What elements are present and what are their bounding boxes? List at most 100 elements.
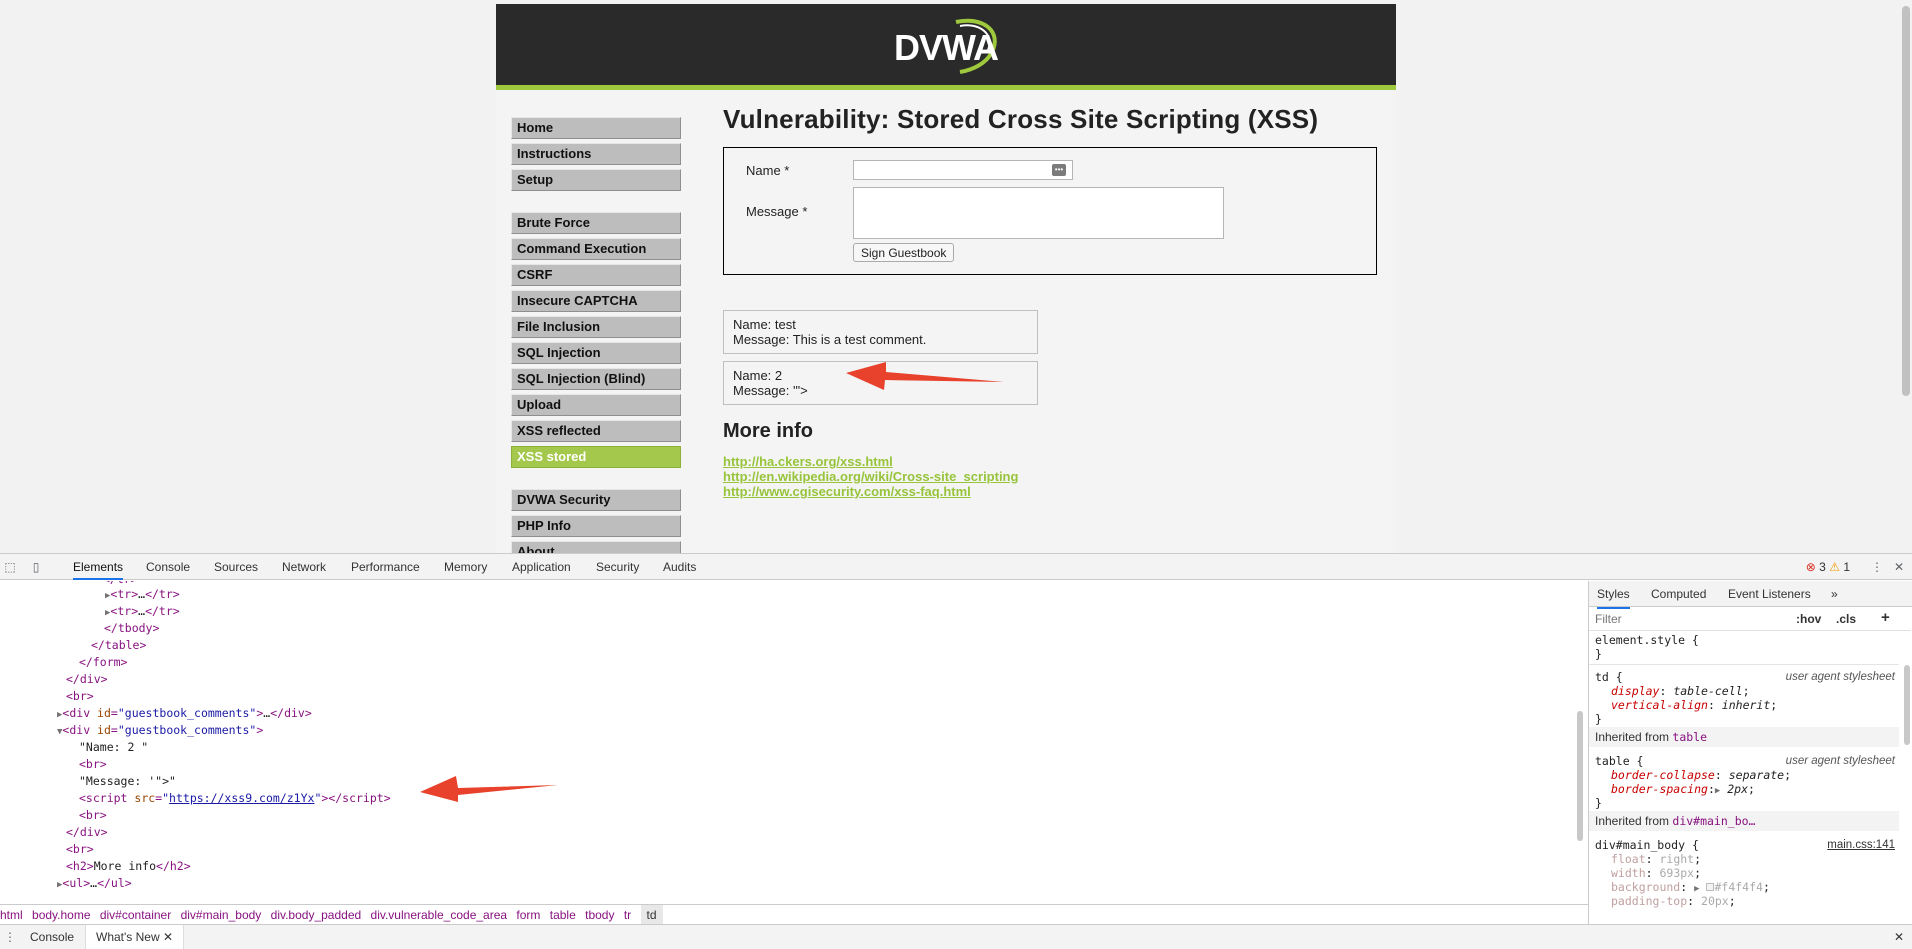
- dom-node[interactable]: </form>: [79, 654, 127, 671]
- menu-item-setup[interactable]: Setup: [511, 169, 681, 191]
- menu-item-dvwa-security[interactable]: DVWA Security: [511, 489, 681, 511]
- more-tabs-icon[interactable]: »: [1831, 581, 1838, 607]
- dom-node[interactable]: </div>: [66, 824, 108, 841]
- breadcrumb-item[interactable]: tr: [624, 905, 637, 925]
- dom-node[interactable]: ▶<div id="guestbook_comments">…</div>: [57, 705, 312, 722]
- breadcrumb-item[interactable]: body.home: [32, 905, 96, 925]
- add-rule-icon[interactable]: +: [1881, 609, 1890, 626]
- menu-item-upload[interactable]: Upload: [511, 394, 681, 416]
- dom-node-script[interactable]: <script src="https://xss9.com/z1Yx"></sc…: [79, 790, 391, 807]
- elements-tree[interactable]: </tr> ▶<tr>…</tr> ▶<tr>…</tr> </tbody> <…: [0, 581, 1588, 904]
- name-input[interactable]: [854, 161, 1050, 179]
- tab-sources[interactable]: Sources: [214, 554, 258, 580]
- breadcrumb-item[interactable]: div.body_padded: [271, 905, 368, 925]
- table-rule-selector[interactable]: table {user agent stylesheet: [1595, 754, 1895, 768]
- main-body-rule-selector[interactable]: div#main_body {main.css:141: [1595, 838, 1895, 852]
- more-info-link[interactable]: http://www.cgisecurity.com/xss-faq.html: [723, 484, 1383, 499]
- css-declaration[interactable]: border-spacing:▶ 2px;: [1611, 782, 1755, 798]
- css-declaration[interactable]: padding-top: 20px;: [1611, 894, 1736, 908]
- script-src-link[interactable]: https://xss9.com/z1Yx: [169, 791, 314, 805]
- tab-styles[interactable]: Styles: [1597, 581, 1630, 609]
- dom-node[interactable]: </table>: [91, 637, 146, 654]
- menu-item-xss-stored[interactable]: XSS stored: [511, 446, 681, 468]
- close-drawer-icon[interactable]: ✕: [1894, 925, 1904, 949]
- inspect-element-icon[interactable]: ⬚: [3, 560, 17, 574]
- css-declaration[interactable]: border-collapse: separate;: [1611, 768, 1791, 782]
- css-declaration[interactable]: display: table-cell;: [1611, 684, 1750, 698]
- drawer-tab-console[interactable]: Console: [30, 925, 74, 949]
- breadcrumb-item[interactable]: table: [550, 905, 582, 925]
- dom-text-message[interactable]: "Message: '">": [79, 773, 176, 790]
- element-style-rule[interactable]: element.style {: [1595, 633, 1699, 647]
- tab-elements[interactable]: Elements: [73, 554, 124, 580]
- menu-item-instructions[interactable]: Instructions: [511, 143, 681, 165]
- console-counts[interactable]: ⊗ 3 ⚠ 1: [1806, 554, 1850, 580]
- more-info-link[interactable]: http://en.wikipedia.org/wiki/Cross-site_…: [723, 469, 1383, 484]
- breadcrumb-item-selected[interactable]: td: [640, 905, 663, 925]
- page-scrollbar[interactable]: [1902, 6, 1910, 396]
- tab-network[interactable]: Network: [282, 554, 326, 580]
- css-declaration[interactable]: float: right;: [1611, 852, 1701, 866]
- styles-scrollbar[interactable]: [1904, 665, 1910, 745]
- tab-performance[interactable]: Performance: [351, 554, 420, 580]
- menu-item-sql-injection[interactable]: SQL Injection: [511, 342, 681, 364]
- dom-node[interactable]: <br>: [66, 841, 94, 858]
- td-rule-selector[interactable]: td {user agent stylesheet: [1595, 670, 1895, 684]
- menu-item-home[interactable]: Home: [511, 117, 681, 139]
- dom-text-name[interactable]: "Name: 2 ": [79, 739, 148, 756]
- dom-node[interactable]: </div>: [66, 671, 108, 688]
- hov-toggle[interactable]: :hov: [1796, 612, 1821, 626]
- tab-computed[interactable]: Computed: [1651, 581, 1706, 607]
- css-declaration[interactable]: vertical-align: inherit;: [1611, 698, 1777, 712]
- name-field[interactable]: •••: [853, 160, 1073, 180]
- stylesheet-source-link[interactable]: main.css:141: [1827, 838, 1895, 852]
- tab-security[interactable]: Security: [596, 554, 639, 580]
- menu-item-php-info[interactable]: PHP Info: [511, 515, 681, 537]
- menu-item-file-inclusion[interactable]: File Inclusion: [511, 316, 681, 338]
- menu-item-csrf[interactable]: CSRF: [511, 264, 681, 286]
- dom-node[interactable]: </tbody>: [104, 620, 159, 637]
- close-devtools-icon[interactable]: ✕: [1892, 560, 1906, 574]
- menu-item-sql-injection-blind[interactable]: SQL Injection (Blind): [511, 368, 681, 390]
- device-toolbar-icon[interactable]: ▯: [29, 560, 43, 574]
- breadcrumb-item[interactable]: div#main_body: [181, 905, 268, 925]
- tab-console[interactable]: Console: [146, 554, 190, 580]
- message-textarea[interactable]: [853, 187, 1224, 239]
- menu-item-command-execution[interactable]: Command Execution: [511, 238, 681, 260]
- close-tab-icon[interactable]: ✕: [163, 930, 173, 944]
- menu-item-about[interactable]: About: [511, 541, 681, 553]
- menu-item-insecure-captcha[interactable]: Insecure CAPTCHA: [511, 290, 681, 312]
- h2-text: More info: [93, 859, 157, 873]
- dom-node[interactable]: ▶<tr>…</tr>: [105, 603, 180, 620]
- menu-item-brute-force[interactable]: Brute Force: [511, 212, 681, 234]
- tab-audits[interactable]: Audits: [663, 554, 696, 580]
- tab-application[interactable]: Application: [512, 554, 571, 580]
- comment-name: Name: test: [733, 317, 796, 332]
- autofill-key-icon[interactable]: •••: [1052, 164, 1066, 176]
- dom-node[interactable]: <br>: [79, 807, 107, 824]
- dom-node[interactable]: ▶<ul>…</ul>: [57, 875, 132, 892]
- drawer-tab-whats-new[interactable]: What's New ✕: [85, 925, 185, 949]
- breadcrumb-item[interactable]: tbody: [585, 905, 620, 925]
- menu-item-xss-reflected[interactable]: XSS reflected: [511, 420, 681, 442]
- tab-event-listeners[interactable]: Event Listeners: [1728, 581, 1811, 607]
- cls-toggle[interactable]: .cls: [1836, 612, 1856, 626]
- tab-memory[interactable]: Memory: [444, 554, 487, 580]
- dom-node[interactable]: ▼<div id="guestbook_comments">: [57, 722, 263, 739]
- breadcrumb-item[interactable]: html: [0, 905, 29, 925]
- dvwa-header: DVWA: [496, 4, 1396, 90]
- dom-node[interactable]: <h2>More info</h2>: [66, 858, 191, 875]
- breadcrumb-item[interactable]: div#container: [100, 905, 177, 925]
- drawer-menu-icon[interactable]: ⋮: [4, 925, 16, 949]
- dom-node[interactable]: <br>: [66, 688, 94, 705]
- elements-scrollbar[interactable]: [1577, 711, 1583, 841]
- dom-node[interactable]: ▶<tr>…</tr>: [105, 586, 180, 603]
- styles-filter-input[interactable]: [1595, 611, 1775, 627]
- more-info-link[interactable]: http://ha.ckers.org/xss.html: [723, 454, 1383, 469]
- breadcrumb-item[interactable]: div.vulnerable_code_area: [371, 905, 514, 925]
- breadcrumb-item[interactable]: form: [516, 905, 546, 925]
- css-declaration[interactable]: width: 693px;: [1611, 866, 1701, 880]
- dom-node[interactable]: <br>: [79, 756, 107, 773]
- sign-guestbook-button[interactable]: Sign Guestbook: [853, 243, 955, 262]
- more-options-icon[interactable]: ⋮: [1870, 560, 1884, 574]
